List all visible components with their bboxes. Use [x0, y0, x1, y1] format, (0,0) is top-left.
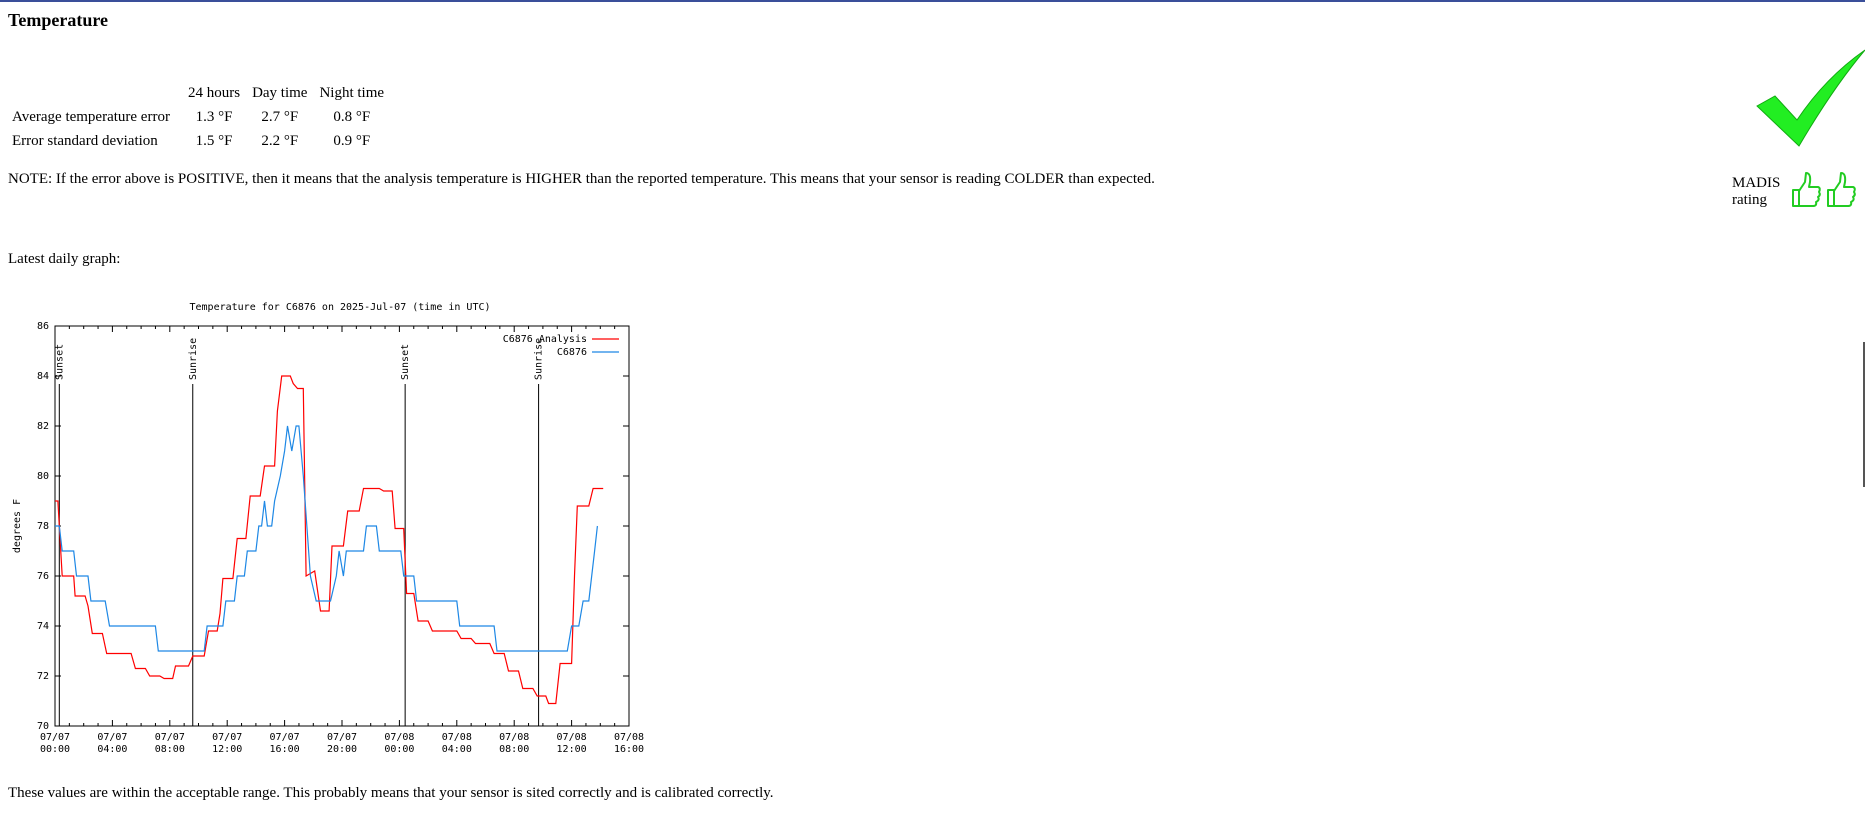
rating-line2: rating	[1732, 192, 1767, 208]
x-tick-label: 07/08	[442, 732, 472, 743]
x-tick-label: 00:00	[40, 744, 70, 755]
y-tick-label: 80	[37, 471, 49, 482]
graph-label: Latest daily graph:	[8, 251, 121, 267]
y-tick-label: 76	[37, 571, 49, 582]
x-tick-label: 07/08	[384, 732, 414, 743]
stats-cell: 2.7 °F	[261, 109, 299, 125]
stats-row-label: Average temperature error	[12, 109, 170, 125]
x-tick-label: 00:00	[384, 744, 414, 755]
thumbs-up-icon	[1792, 172, 1821, 207]
x-tick-label: 16:00	[270, 744, 300, 755]
x-tick-label: 04:00	[442, 744, 472, 755]
stats-header-24h: 24 hours	[187, 85, 241, 101]
stats-header-row: 24 hours Day time Night time	[8, 84, 390, 108]
stats-row-average-error: Average temperature error 1.3 °F 2.7 °F …	[8, 108, 390, 132]
y-tick-label: 70	[37, 721, 49, 732]
x-tick-label: 07/08	[614, 732, 644, 743]
x-tick-label: 07/08	[499, 732, 529, 743]
legend-label: C6876	[557, 347, 587, 358]
x-tick-label: 12:00	[557, 744, 587, 755]
stats-cell: 2.2 °F	[261, 133, 299, 149]
x-tick-label: 08:00	[155, 744, 185, 755]
x-tick-label: 07/07	[155, 732, 185, 743]
y-tick-label: 82	[37, 421, 49, 432]
temperature-chart: Temperature for C6876 on 2025-Jul-07 (ti…	[12, 302, 644, 755]
error-note: NOTE: If the error above is POSITIVE, th…	[8, 171, 1155, 187]
series-line	[55, 375, 604, 705]
chart-title: Temperature for C6876 on 2025-Jul-07 (ti…	[189, 302, 490, 313]
chart-legend: C6876 Analysis C6876	[503, 334, 619, 358]
x-tick-label: 07/07	[327, 732, 357, 743]
x-tick-label: 12:00	[212, 744, 242, 755]
y-tick-label: 84	[37, 371, 49, 382]
y-tick-label: 78	[37, 521, 49, 532]
stats-header-blank	[8, 84, 182, 108]
assessment-text: These values are within the acceptable r…	[8, 785, 774, 801]
y-tick-label: 86	[37, 321, 49, 332]
rating-line1: MADIS	[1732, 175, 1781, 191]
x-tick-label: 04:00	[97, 744, 127, 755]
madis-rating-label: MADIS rating	[1732, 175, 1780, 209]
x-tick-label: 07/07	[270, 732, 300, 743]
event-label: Sunrise	[188, 338, 199, 380]
checkmark-icon	[1756, 49, 1865, 147]
stats-header-day: Day time	[252, 85, 308, 101]
x-tick-label: 07/07	[212, 732, 242, 743]
y-axis-label: degrees F	[12, 499, 23, 553]
stats-header-night: Night time	[319, 85, 385, 101]
x-tick-label: 07/07	[40, 732, 70, 743]
y-tick-label: 74	[37, 621, 49, 632]
top-rule	[0, 0, 1865, 2]
event-label: Sunset	[54, 344, 65, 380]
plot-area: 70727476788082848607/0700:0007/0704:0007…	[37, 321, 644, 755]
stats-cell: 0.9 °F	[333, 133, 371, 149]
x-tick-label: 08:00	[499, 744, 529, 755]
event-label: Sunset	[400, 344, 411, 380]
stats-cell: 1.5 °F	[195, 133, 233, 149]
plot-frame	[54, 325, 630, 727]
legend-label: C6876 Analysis	[503, 334, 587, 345]
thumbs-up-rating	[1792, 172, 1856, 207]
section-title: Temperature	[8, 10, 108, 30]
series-line	[55, 425, 598, 652]
stats-table: 24 hours Day time Night time Average tem…	[8, 84, 390, 156]
stats-row-std-deviation: Error standard deviation 1.5 °F 2.2 °F 0…	[8, 132, 390, 156]
stats-row-label: Error standard deviation	[12, 133, 158, 149]
x-tick-label: 07/07	[97, 732, 127, 743]
thumbs-up-icon	[1827, 172, 1856, 207]
y-tick-label: 72	[37, 671, 49, 682]
x-tick-label: 20:00	[327, 744, 357, 755]
x-tick-label: 07/08	[557, 732, 587, 743]
stats-cell: 1.3 °F	[195, 109, 233, 125]
x-tick-label: 16:00	[614, 744, 644, 755]
stats-cell: 0.8 °F	[333, 109, 371, 125]
